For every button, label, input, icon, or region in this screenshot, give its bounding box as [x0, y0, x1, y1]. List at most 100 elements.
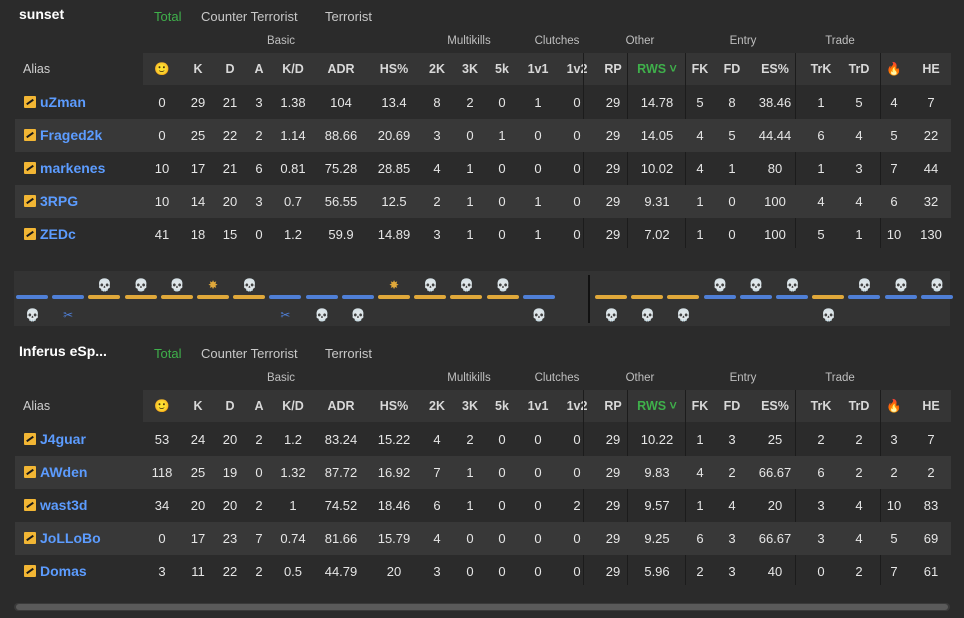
- round-bar[interactable]: [52, 295, 85, 299]
- column-header[interactable]: ADR: [317, 62, 365, 76]
- column-header[interactable]: TrD: [841, 62, 877, 76]
- column-header[interactable]: FK: [684, 62, 716, 76]
- round-bar[interactable]: [920, 295, 953, 299]
- tab-counter-terrorist[interactable]: Counter Terrorist: [201, 346, 298, 361]
- round-bar[interactable]: [160, 295, 193, 299]
- scrollbar-thumb[interactable]: [16, 604, 948, 610]
- round-bar[interactable]: [450, 295, 483, 299]
- column-header[interactable]: K: [182, 399, 214, 413]
- column-header[interactable]: ADR: [317, 399, 365, 413]
- column-header[interactable]: 5k: [485, 62, 519, 76]
- column-header[interactable]: 3K: [453, 62, 487, 76]
- stat-cell: 4: [817, 194, 825, 209]
- column-header[interactable]: HS%: [368, 62, 420, 76]
- player-link[interactable]: uZman: [24, 94, 86, 110]
- column-header[interactable]: 5k: [485, 399, 519, 413]
- column-header[interactable]: ES%: [749, 62, 801, 76]
- column-header[interactable]: FK: [684, 399, 716, 413]
- player-name[interactable]: Domas: [40, 563, 87, 579]
- tab-terrorist[interactable]: Terrorist: [325, 346, 372, 361]
- round-bar[interactable]: [812, 295, 845, 299]
- column-header[interactable]: ES%: [749, 399, 801, 413]
- round-bar[interactable]: [197, 295, 229, 299]
- column-header[interactable]: FD: [716, 399, 748, 413]
- column-header[interactable]: 2K: [420, 399, 454, 413]
- column-header[interactable]: A: [245, 62, 273, 76]
- round-bar[interactable]: [739, 295, 772, 299]
- player-name[interactable]: ZEDc: [40, 226, 76, 242]
- player-link[interactable]: JoLLoBo: [24, 530, 101, 546]
- player-link[interactable]: J4guar: [24, 431, 86, 447]
- player-name[interactable]: 3RPG: [40, 193, 78, 209]
- column-header[interactable]: K: [182, 62, 214, 76]
- column-header[interactable]: HS%: [368, 399, 420, 413]
- stat-cell: 2: [855, 465, 863, 480]
- round-bar[interactable]: [776, 295, 808, 299]
- player-link[interactable]: Fraged2k: [24, 127, 102, 143]
- column-header[interactable]: 3K: [453, 399, 487, 413]
- column-header[interactable]: HE: [912, 62, 950, 76]
- round-bar[interactable]: [269, 295, 302, 299]
- column-header[interactable]: 2K: [420, 62, 454, 76]
- column-header[interactable]: 1v2: [558, 62, 596, 76]
- round-bar[interactable]: [631, 295, 664, 299]
- round-bar[interactable]: [16, 295, 48, 299]
- stat-cell: 118: [151, 465, 173, 480]
- player-link[interactable]: ZEDc: [24, 226, 76, 242]
- round-bar[interactable]: [884, 295, 917, 299]
- round-bar[interactable]: [486, 295, 519, 299]
- round-bar[interactable]: [124, 295, 157, 299]
- column-header[interactable]: FD: [716, 62, 748, 76]
- round-bar[interactable]: [414, 295, 447, 299]
- column-header[interactable]: HE: [912, 399, 950, 413]
- round-bar[interactable]: [305, 295, 338, 299]
- column-header[interactable]: A: [245, 399, 273, 413]
- player-link[interactable]: Domas: [24, 563, 87, 579]
- round-bar[interactable]: [595, 295, 627, 299]
- round-bar[interactable]: [703, 295, 736, 299]
- round-bar[interactable]: [233, 295, 266, 299]
- round-bar[interactable]: [848, 295, 881, 299]
- group-label-clutches: Clutches: [534, 35, 580, 47]
- player-name[interactable]: wast3d: [40, 497, 87, 513]
- horizontal-scrollbar[interactable]: [14, 603, 950, 611]
- column-header[interactable]: TrK: [803, 399, 839, 413]
- round-bar[interactable]: [667, 295, 700, 299]
- round-bar[interactable]: [378, 295, 410, 299]
- column-header[interactable]: RP: [596, 62, 630, 76]
- player-link[interactable]: 3RPG: [24, 193, 78, 209]
- column-header[interactable]: D: [214, 399, 246, 413]
- tab-counter-terrorist[interactable]: Counter Terrorist: [201, 9, 298, 24]
- player-link[interactable]: markenes: [24, 160, 105, 176]
- column-header[interactable]: K/D: [271, 62, 315, 76]
- round-bar[interactable]: [341, 295, 374, 299]
- round-bar[interactable]: [522, 295, 555, 299]
- column-header[interactable]: 1v1: [519, 62, 557, 76]
- column-header[interactable]: 1v2: [558, 399, 596, 413]
- skull-icon: 💀: [929, 278, 945, 292]
- player-name[interactable]: markenes: [40, 160, 105, 176]
- round-bar[interactable]: [88, 295, 121, 299]
- column-header[interactable]: RWS ˅: [629, 62, 685, 76]
- player-name[interactable]: AWden: [40, 464, 87, 480]
- player-name[interactable]: JoLLoBo: [40, 530, 101, 546]
- player-name[interactable]: uZman: [40, 94, 86, 110]
- column-header[interactable]: RWS ˅: [629, 399, 685, 413]
- player-link[interactable]: AWden: [24, 464, 87, 480]
- player-link[interactable]: wast3d: [24, 497, 87, 513]
- player-name[interactable]: Fraged2k: [40, 127, 102, 143]
- tab-terrorist[interactable]: Terrorist: [325, 9, 372, 24]
- column-header[interactable]: TrD: [841, 399, 877, 413]
- tab-total[interactable]: Total: [154, 9, 181, 24]
- player-name[interactable]: J4guar: [40, 431, 86, 447]
- column-header[interactable]: 1v1: [519, 399, 557, 413]
- column-header[interactable]: K/D: [271, 399, 315, 413]
- tab-total[interactable]: Total: [154, 346, 181, 361]
- fire-icon[interactable]: 🔥: [879, 62, 909, 77]
- column-header[interactable]: D: [214, 62, 246, 76]
- column-header[interactable]: TrK: [803, 62, 839, 76]
- smiley-icon[interactable]: 🙂: [145, 399, 179, 414]
- column-header[interactable]: RP: [596, 399, 630, 413]
- fire-icon[interactable]: 🔥: [879, 399, 909, 414]
- smiley-icon[interactable]: 🙂: [145, 62, 179, 77]
